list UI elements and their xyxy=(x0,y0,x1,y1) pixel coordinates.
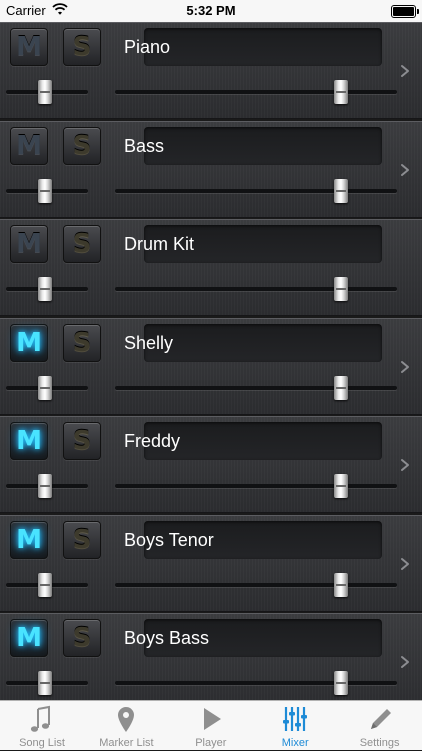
pan-slider-thumb[interactable] xyxy=(38,178,53,203)
play-icon xyxy=(203,708,221,730)
tab-marker-list[interactable]: Marker List xyxy=(84,701,168,751)
chevron-right-icon[interactable] xyxy=(398,554,412,574)
solo-button[interactable]: S xyxy=(63,520,101,559)
chevron-right-icon[interactable] xyxy=(398,357,412,377)
mixer-channel-row[interactable]: M S Shelly xyxy=(0,317,422,415)
channel-name: Shelly xyxy=(124,332,174,353)
solo-button[interactable]: S xyxy=(63,422,101,460)
volume-slider-thumb[interactable] xyxy=(333,572,348,597)
volume-slider-thumb[interactable] xyxy=(333,671,348,695)
channel-name: Drum Kit xyxy=(124,234,195,254)
mixer-channel-row[interactable]: M S Bass xyxy=(0,120,422,218)
mute-button[interactable]: M xyxy=(10,323,48,362)
volume-slider-track[interactable] xyxy=(115,188,397,193)
chevron-right-icon[interactable] xyxy=(398,160,412,180)
mute-button[interactable]: M xyxy=(10,619,48,657)
channel-name: Boys Tenor xyxy=(124,529,214,550)
status-bar: Carrier 5:32 PM xyxy=(0,0,422,22)
pan-slider-thumb[interactable] xyxy=(38,474,53,498)
volume-slider-thumb[interactable] xyxy=(333,375,348,400)
solo-button[interactable]: S xyxy=(63,323,101,362)
mute-button[interactable]: M xyxy=(10,520,48,559)
mute-button[interactable]: M xyxy=(10,126,48,165)
volume-slider-track[interactable] xyxy=(115,582,397,587)
tab-bar: Song List Marker List Player Mixer Setti… xyxy=(0,700,422,750)
solo-button[interactable]: S xyxy=(63,126,101,165)
chevron-right-icon[interactable] xyxy=(398,652,412,672)
mixer-channel-row[interactable]: M S Piano xyxy=(0,22,422,119)
channel-name-field[interactable] xyxy=(144,28,382,66)
tab-label: Song List xyxy=(19,737,65,749)
mixer-sliders-icon xyxy=(283,707,308,731)
pencil-icon xyxy=(370,709,391,729)
channel-name-field[interactable] xyxy=(144,126,382,165)
volume-slider-thumb[interactable] xyxy=(333,277,348,301)
tab-player[interactable]: Player xyxy=(169,701,253,751)
solo-button[interactable]: S xyxy=(63,225,101,263)
music-note-icon xyxy=(30,705,50,732)
tab-song-list[interactable]: Song List xyxy=(0,701,84,751)
tab-label: Mixer xyxy=(281,737,309,749)
mixer-channel-list[interactable]: M S Piano M S Bass M S Drum Kit M S Shel… xyxy=(0,22,422,700)
pan-slider-thumb[interactable] xyxy=(38,572,53,597)
volume-slider-thumb[interactable] xyxy=(333,474,348,498)
volume-slider-thumb[interactable] xyxy=(333,80,348,104)
mixer-channel-row[interactable]: M S Freddy xyxy=(0,416,422,513)
solo-button[interactable]: S xyxy=(63,28,101,66)
pan-slider-thumb[interactable] xyxy=(38,277,53,301)
channel-name-field[interactable] xyxy=(144,323,382,362)
pan-slider-thumb[interactable] xyxy=(38,80,53,104)
chevron-right-icon[interactable] xyxy=(398,455,412,475)
channel-name: Piano xyxy=(124,37,171,57)
map-pin-icon xyxy=(118,707,135,732)
tab-settings[interactable]: Settings xyxy=(338,701,422,751)
volume-slider-track[interactable] xyxy=(115,484,397,488)
volume-slider-track[interactable] xyxy=(115,90,397,94)
tab-label: Marker List xyxy=(99,737,154,749)
channel-name: Bass xyxy=(124,135,165,156)
pan-slider-thumb[interactable] xyxy=(38,671,53,695)
mixer-channel-row[interactable]: M S Boys Bass xyxy=(0,613,422,700)
tab-label: Player xyxy=(195,737,227,749)
channel-name: Boys Bass xyxy=(124,628,210,648)
tab-mixer[interactable]: Mixer xyxy=(253,701,337,751)
mixer-channel-row[interactable]: M S Drum Kit xyxy=(0,219,422,316)
volume-slider-track[interactable] xyxy=(115,287,397,291)
status-time: 5:32 PM xyxy=(186,3,236,18)
mute-button[interactable]: M xyxy=(10,225,48,263)
mute-button[interactable]: M xyxy=(10,422,48,460)
mixer-channel-row[interactable]: M S Boys Tenor xyxy=(0,514,422,612)
volume-slider-track[interactable] xyxy=(115,681,397,685)
channel-name: Freddy xyxy=(124,431,181,451)
solo-button[interactable]: S xyxy=(63,619,101,657)
volume-slider-thumb[interactable] xyxy=(333,178,348,203)
battery-icon xyxy=(391,5,419,18)
pan-slider-thumb[interactable] xyxy=(38,375,53,400)
volume-slider-track[interactable] xyxy=(115,385,397,390)
mute-button[interactable]: M xyxy=(10,28,48,66)
chevron-right-icon[interactable] xyxy=(398,61,412,81)
tab-label: Settings xyxy=(359,737,400,749)
